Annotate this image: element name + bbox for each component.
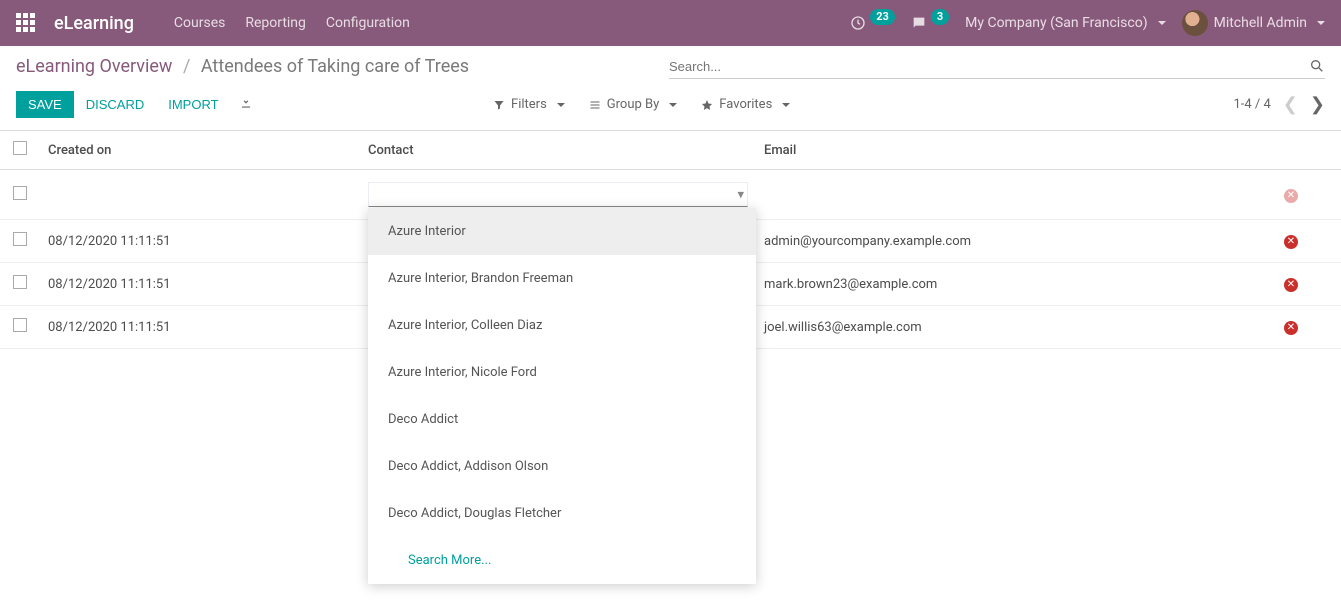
dropdown-option[interactable]: Deco Addict, Douglas Fletcher (368, 490, 756, 537)
groupby-label: Group By (607, 97, 660, 112)
breadcrumb-root[interactable]: eLearning Overview (16, 56, 172, 77)
avatar-icon (1182, 10, 1208, 36)
groupby-menu[interactable]: Group By (589, 97, 678, 112)
list-view: Created on Contact Email ▾ Azure Interio… (0, 130, 1341, 349)
dropdown-option[interactable]: Azure Interior, Brandon Freeman (368, 255, 756, 302)
delete-row-icon[interactable]: ✕ (1284, 235, 1298, 249)
messages-button[interactable]: 3 (911, 15, 949, 31)
control-panel: eLearning Overview / Attendees of Taking… (0, 46, 1341, 130)
breadcrumb-current: Attendees of Taking care of Trees (201, 56, 469, 77)
col-header-created[interactable]: Created on (40, 131, 360, 170)
breadcrumb: eLearning Overview / Attendees of Taking… (16, 56, 469, 77)
dropdown-caret-icon[interactable]: ▾ (737, 187, 744, 202)
user-menu[interactable]: Mitchell Admin (1182, 10, 1325, 36)
user-name: Mitchell Admin (1214, 15, 1307, 31)
save-button[interactable]: Save (16, 91, 74, 118)
pager-prev[interactable]: ❮ (1283, 94, 1298, 115)
cell-email[interactable]: joel.willis63@example.com (756, 306, 1241, 349)
search-input[interactable] (669, 59, 1309, 74)
breadcrumb-sep: / (183, 56, 190, 77)
favorites-menu[interactable]: Favorites (701, 97, 790, 112)
download-icon[interactable] (239, 96, 253, 114)
cell-created[interactable]: 08/12/2020 11:11:51 (40, 306, 360, 349)
funnel-icon (493, 99, 505, 111)
favorites-label: Favorites (719, 97, 772, 112)
company-switcher[interactable]: My Company (San Francisco) (965, 15, 1165, 31)
row-checkbox[interactable] (13, 232, 27, 246)
search-box (669, 54, 1325, 79)
search-options: Filters Group By Favorites (493, 97, 993, 112)
delete-row-icon[interactable]: ✕ (1284, 189, 1298, 203)
nav-links: Courses Reporting Configuration (174, 15, 410, 31)
contact-dropdown: Azure Interior Azure Interior, Brandon F… (368, 208, 756, 584)
filters-label: Filters (511, 97, 547, 112)
cell-email[interactable]: admin@yourcompany.example.com (756, 220, 1241, 263)
nav-courses[interactable]: Courses (174, 15, 225, 31)
cell-email[interactable]: mark.brown23@example.com (756, 263, 1241, 306)
top-navbar: eLearning Courses Reporting Configuratio… (0, 0, 1341, 46)
clock-icon (850, 15, 866, 31)
row-checkbox[interactable] (13, 186, 27, 200)
pager: 1-4 / 4 ❮ ❯ (1233, 94, 1325, 115)
row-checkbox[interactable] (13, 318, 27, 332)
topbar-right: 23 3 My Company (San Francisco) Mitchell… (850, 10, 1325, 36)
dropdown-option[interactable]: Azure Interior, Nicole Ford (368, 349, 756, 396)
pager-range: 1-4 / 4 (1233, 97, 1270, 112)
contact-input-wrap: ▾ Azure Interior Azure Interior, Brandon… (368, 182, 748, 207)
table-row-editing: ▾ Azure Interior Azure Interior, Brandon… (0, 170, 1341, 220)
nav-reporting[interactable]: Reporting (245, 15, 306, 31)
discard-button[interactable]: Discard (74, 91, 157, 118)
chat-icon (911, 15, 927, 31)
filters-menu[interactable]: Filters (493, 97, 565, 112)
col-header-email[interactable]: Email (756, 131, 1241, 170)
attendees-table: Created on Contact Email ▾ Azure Interio… (0, 131, 1341, 349)
apps-icon[interactable] (16, 13, 36, 33)
select-all-checkbox[interactable] (13, 141, 27, 155)
star-icon (701, 99, 713, 111)
col-header-contact[interactable]: Contact (360, 131, 756, 170)
search-icon[interactable] (1309, 58, 1325, 74)
cell-email[interactable] (756, 170, 1241, 220)
company-name: My Company (San Francisco) (965, 15, 1147, 31)
cell-created[interactable]: 08/12/2020 11:11:51 (40, 263, 360, 306)
messages-badge: 3 (931, 9, 949, 25)
dropdown-option[interactable]: Azure Interior, Colleen Diaz (368, 302, 756, 349)
brand-title: eLearning (54, 13, 134, 34)
pager-next[interactable]: ❯ (1310, 94, 1325, 115)
delete-row-icon[interactable]: ✕ (1284, 321, 1298, 335)
delete-row-icon[interactable]: ✕ (1284, 278, 1298, 292)
activities-button[interactable]: 23 (850, 15, 895, 31)
dropdown-option[interactable]: Deco Addict (368, 396, 756, 443)
list-icon (589, 99, 601, 111)
dropdown-option[interactable]: Deco Addict, Addison Olson (368, 443, 756, 490)
dropdown-option[interactable]: Azure Interior (368, 208, 756, 255)
cell-created[interactable]: 08/12/2020 11:11:51 (40, 220, 360, 263)
nav-configuration[interactable]: Configuration (326, 15, 410, 31)
dropdown-search-more[interactable]: Search More... (368, 537, 756, 584)
row-checkbox[interactable] (13, 275, 27, 289)
import-button[interactable]: Import (156, 91, 230, 118)
contact-input[interactable] (368, 182, 748, 207)
activities-badge: 23 (870, 9, 895, 25)
cell-created[interactable] (40, 170, 360, 220)
